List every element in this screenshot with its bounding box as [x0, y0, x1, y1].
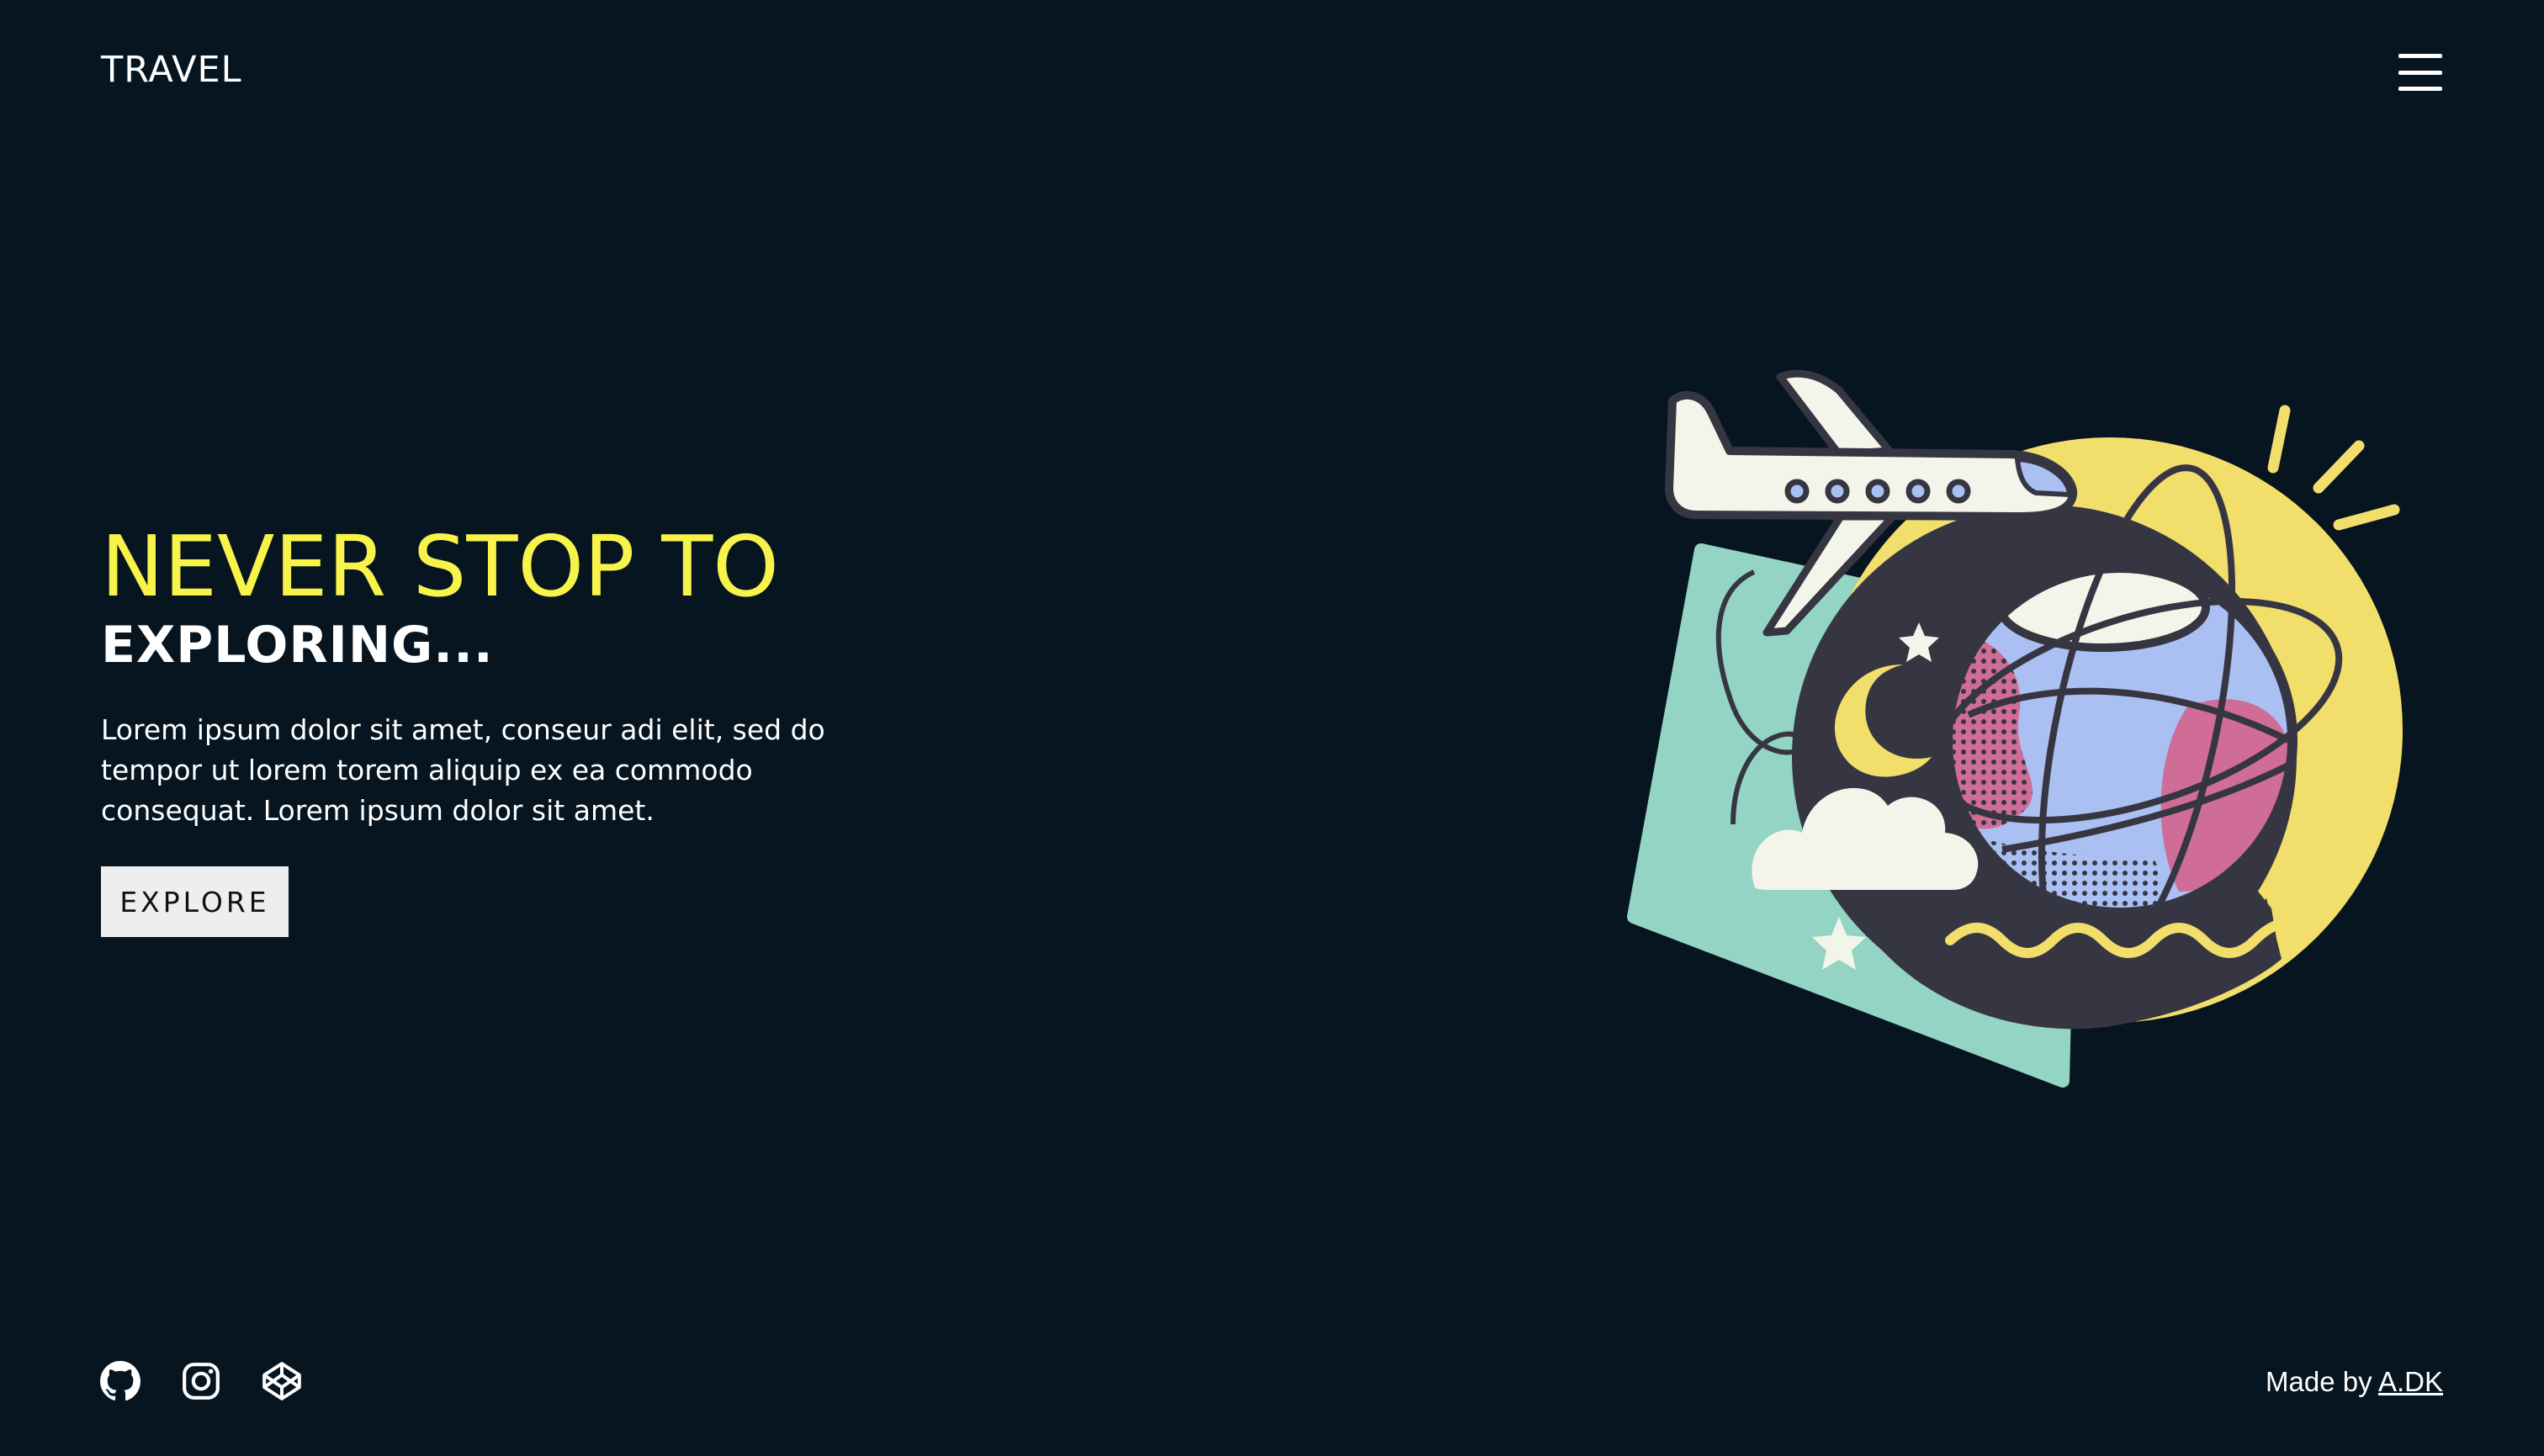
credit-prefix: Made by [2266, 1366, 2378, 1397]
author-link[interactable]: A.DK [2378, 1366, 2443, 1397]
github-icon[interactable] [99, 1360, 141, 1402]
menu-line [2398, 54, 2442, 58]
landing-page: TRAVEL NEVER STOP TO EXPLORING... Lorem … [0, 0, 2544, 1456]
footer-credit: Made by A.DK [2266, 1366, 2443, 1398]
instagram-icon[interactable] [180, 1360, 222, 1402]
travel-globe-illustration [1627, 369, 2403, 1088]
social-links [99, 1360, 303, 1402]
menu-line [2398, 87, 2442, 91]
hero-description: Lorem ipsum dolor sit amet, conseur adi … [101, 713, 825, 827]
hero-headline: NEVER STOP TO [101, 517, 780, 616]
codepen-icon[interactable] [261, 1360, 303, 1402]
menu-line [2398, 70, 2442, 75]
brand-logo[interactable]: TRAVEL [101, 49, 242, 91]
hamburger-menu-icon[interactable] [2398, 54, 2442, 91]
explore-button[interactable]: EXPLORE [101, 866, 289, 937]
hero-subheadline: EXPLORING... [101, 616, 494, 675]
